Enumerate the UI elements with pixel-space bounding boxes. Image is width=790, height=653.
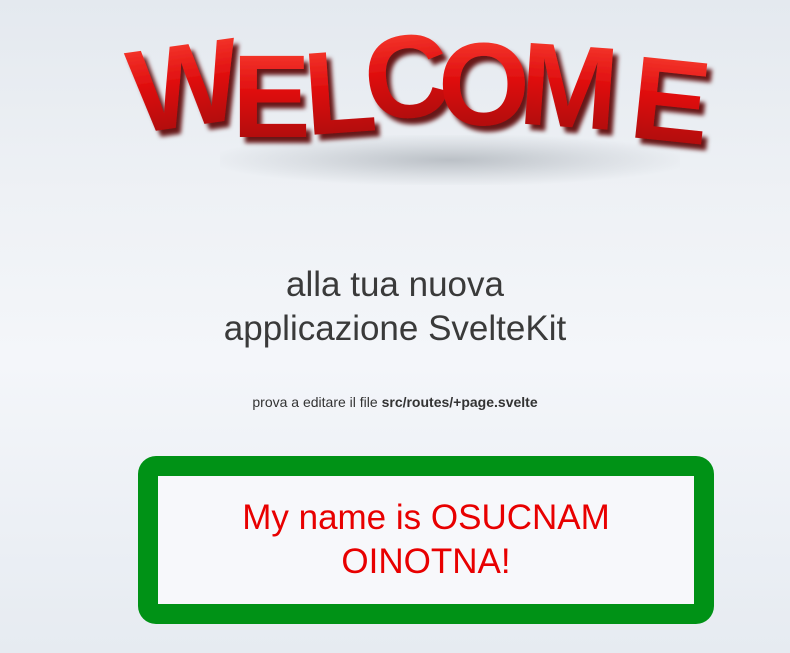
edit-hint-file: src/routes/+page.svelte — [381, 394, 538, 410]
welcome-letter-e1: E — [232, 31, 311, 163]
name-message: My name is OSUCNAM OINOTNA! — [242, 498, 610, 581]
tagline-line-1: alla tua nuova — [286, 265, 504, 304]
welcome-logo: W E L C O M E — [120, 15, 717, 171]
edit-hint-prefix: prova a editare il file — [252, 394, 382, 410]
welcome-banner: W E L C O M E — [120, 15, 730, 205]
welcome-letter-w: W — [120, 15, 249, 159]
tagline-line-2: applicazione SvelteKit — [223, 309, 567, 348]
name-box: My name is OSUCNAM OINOTNA! — [138, 456, 714, 624]
tagline: alla tua nuova applicazione SvelteKit — [0, 263, 790, 351]
welcome-letter-e2: E — [625, 31, 717, 171]
welcome-letter-m: M — [515, 18, 622, 157]
name-box-inner: My name is OSUCNAM OINOTNA! — [158, 476, 694, 604]
edit-hint: prova a editare il file src/routes/+page… — [0, 394, 790, 410]
